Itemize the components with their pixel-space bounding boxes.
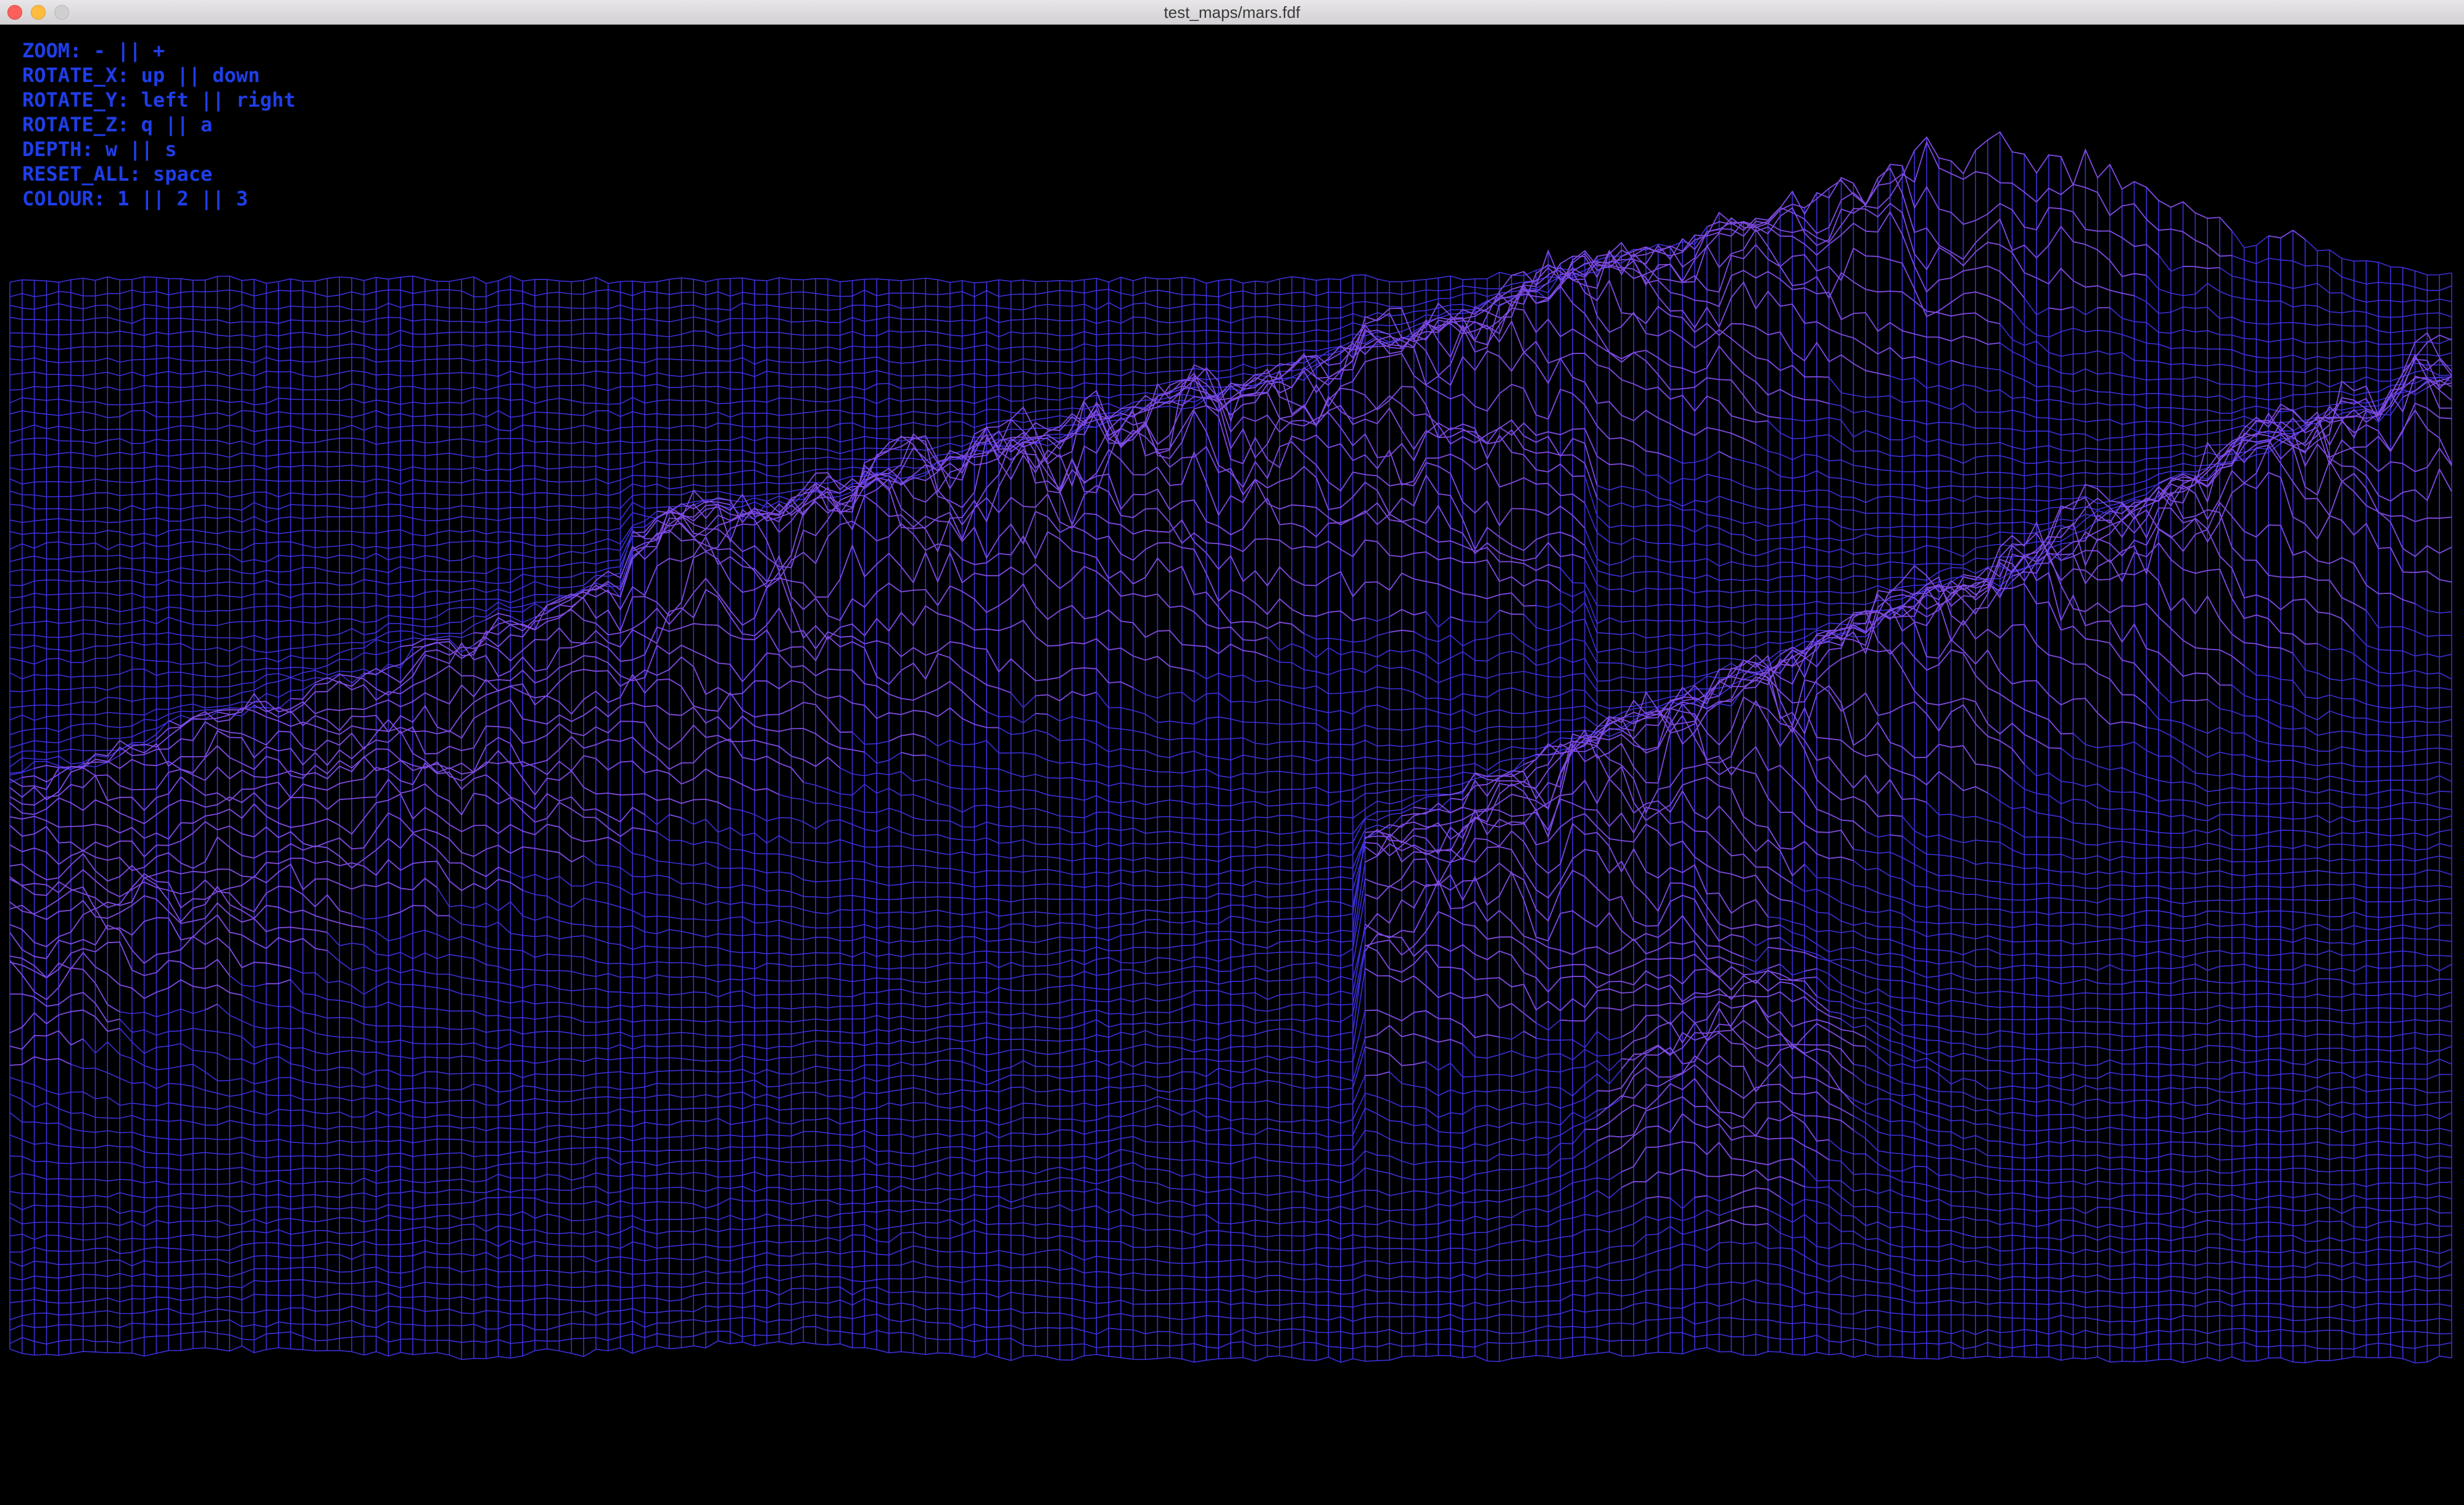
mesh-peak-line — [155, 609, 2073, 742]
mesh-peak-line — [1706, 131, 2306, 240]
help-line-colour: COLOUR: 1 || 2 || 3 — [22, 187, 249, 210]
mesh-peak-line — [9, 944, 1830, 1013]
mesh-peak-line — [1597, 163, 2220, 270]
wireframe-terrain-map — [9, 131, 2452, 1364]
help-line-rotate-x: ROTATE_X: up || down — [22, 64, 260, 87]
mesh-peak-line — [9, 743, 1854, 863]
mesh-peak-line — [1597, 1064, 1854, 1117]
mesh-peak-line — [22, 659, 2013, 783]
help-line-reset: RESET_ALL: space — [22, 162, 213, 186]
controls-help: ZOOM: - || + ROTATE_X: up || down ROTATE… — [22, 38, 296, 211]
help-line-rotate-z: ROTATE_Z: q || a — [22, 113, 213, 136]
title-bar: test_maps/mars.fdf — [0, 0, 2464, 25]
mesh-peak-line — [656, 403, 2452, 522]
mesh-grid-lines — [9, 131, 2452, 1364]
mesh-peak-line — [1621, 1168, 1805, 1189]
window-title: test_maps/mars.fdf — [1164, 3, 1300, 22]
mesh-peak-line — [34, 654, 2025, 769]
mesh-peak-line — [974, 332, 2452, 458]
render-canvas[interactable]: ZOOM: - || + ROTATE_X: up || down ROTATE… — [0, 25, 2464, 1505]
mesh-peak-line — [1621, 1055, 1854, 1105]
help-line-depth: DEPTH: w || s — [22, 138, 177, 161]
mesh-peak-line — [1621, 1141, 1805, 1173]
mesh-peak-line — [1731, 1205, 1769, 1212]
mesh-peak-line — [1487, 210, 2110, 311]
help-line-rotate-y: ROTATE_Y: left || right — [22, 88, 296, 112]
mesh-peak-line — [1645, 1187, 1780, 1199]
app-window: test_maps/mars.fdf ZOOM: - || + ROTATE_X… — [0, 0, 2464, 1505]
help-line-zoom: ZOOM: - || + — [22, 39, 165, 62]
mesh-peak-line — [1706, 1219, 1768, 1229]
